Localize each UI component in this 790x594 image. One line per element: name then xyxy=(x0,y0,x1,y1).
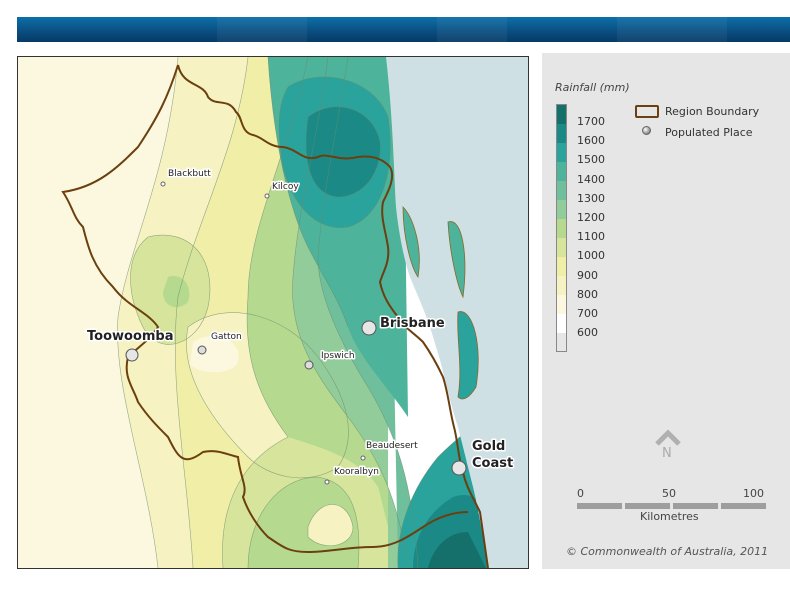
region-boundary-label: Region Boundary xyxy=(665,105,760,118)
place-label-kooralbyn: Kooralbyn xyxy=(334,467,379,477)
ramp-label: 600 xyxy=(577,326,598,340)
north-arrow-icon xyxy=(655,429,681,446)
ramp-step xyxy=(557,105,566,124)
ramp-step xyxy=(557,124,566,143)
place-marker-beaudesert xyxy=(360,455,366,461)
place-label-brisbane: Brisbane xyxy=(380,316,445,331)
ramp-label: 1400 xyxy=(577,172,605,186)
place-marker-gatton xyxy=(197,345,207,355)
place-label-kilcoy: Kilcoy xyxy=(272,182,299,192)
populated-place-label: Populated Place xyxy=(665,126,753,139)
banner-decoration xyxy=(617,17,727,42)
place-marker-kooralbyn xyxy=(324,479,330,485)
banner-decoration xyxy=(217,17,307,42)
scale-unit-label: Kilometres xyxy=(640,510,699,523)
scale-segment xyxy=(721,503,766,509)
rainfall-map[interactable]: Blackbutt Kilcoy Gatton Ipswich Beaudese… xyxy=(17,56,529,569)
place-label-blackbutt: Blackbutt xyxy=(168,169,211,179)
place-marker-kilcoy xyxy=(264,193,270,199)
ramp-step xyxy=(557,143,566,162)
ramp-step xyxy=(557,162,566,181)
scale-tick-0: 0 xyxy=(577,487,584,500)
place-marker-ipswich xyxy=(304,360,314,370)
legend-title: Rainfall (mm) xyxy=(555,81,630,94)
ramp-step xyxy=(557,238,566,257)
ramp-label: 900 xyxy=(577,268,598,282)
ramp-label: 800 xyxy=(577,287,598,301)
ramp-label: 1000 xyxy=(577,249,605,263)
ramp-label: 1500 xyxy=(577,153,605,167)
ramp-step xyxy=(557,295,566,314)
scale-tick-100: 100 xyxy=(743,487,764,500)
region-boundary-swatch xyxy=(635,105,659,118)
place-marker-blackbutt xyxy=(160,181,166,187)
ramp-label: 1700 xyxy=(577,115,605,128)
ramp-label: 1300 xyxy=(577,191,605,205)
ramp-step xyxy=(557,276,566,295)
north-label: N xyxy=(662,446,672,461)
place-label-gatton: Gatton xyxy=(211,332,242,342)
legend-panel: Rainfall (mm) 1700 1600 1500 1400 1300 1200 11… xyxy=(542,53,790,569)
ramp-label: 700 xyxy=(577,307,598,320)
ramp-step xyxy=(557,219,566,238)
place-label-ipswich: Ipswich xyxy=(321,351,355,361)
place-label-toowoomba: Toowoomba xyxy=(87,329,174,344)
scale-segment xyxy=(625,503,670,509)
ramp-label: 1200 xyxy=(577,211,605,224)
place-marker-toowoomba xyxy=(125,348,139,362)
header-banner xyxy=(17,17,790,42)
copyright-credit: © Commonwealth of Australia, 2011 xyxy=(566,545,769,558)
ramp-step xyxy=(557,257,566,276)
place-marker-brisbane xyxy=(361,320,377,336)
scale-tick-50: 50 xyxy=(662,487,676,500)
ramp-step xyxy=(557,314,566,333)
scale-segment xyxy=(673,503,718,509)
scale-segment xyxy=(577,503,622,509)
ramp-step xyxy=(557,200,566,219)
place-label-gold-coast-2: Coast xyxy=(472,456,513,471)
rainfall-color-ramp xyxy=(556,104,567,352)
place-label-gold-coast: Gold xyxy=(472,439,505,454)
ramp-label: 1600 xyxy=(577,134,605,148)
place-label-beaudesert: Beaudesert xyxy=(366,441,418,451)
banner-decoration xyxy=(437,17,507,42)
place-marker-gold-coast xyxy=(451,460,467,476)
ramp-label: 1100 xyxy=(577,230,605,244)
ramp-step xyxy=(557,181,566,200)
populated-place-icon xyxy=(642,126,651,135)
